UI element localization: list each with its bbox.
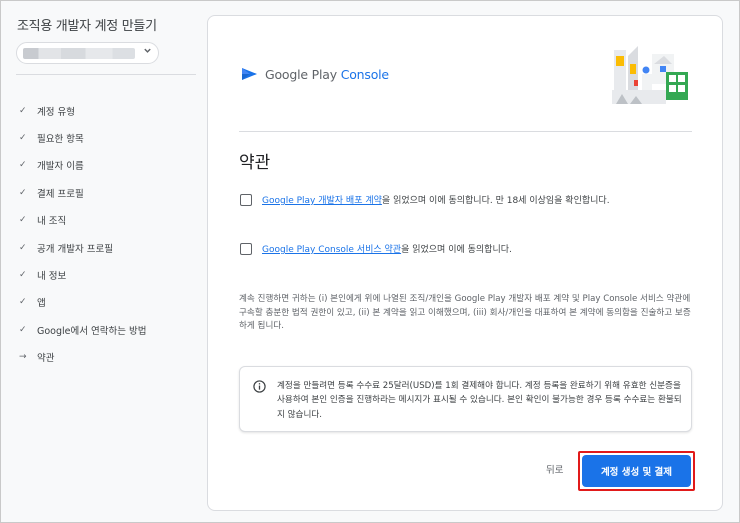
page-title: 약관 bbox=[239, 153, 271, 173]
check-icon: ✓ bbox=[19, 270, 27, 281]
step-list: ✓ 계정 유형 ✓ 필요한 항목 ✓ 개발자 이름 ✓ 결제 프로필 ✓ 내 조직 ✓ 공개… bbox=[19, 97, 146, 371]
account-select[interactable] bbox=[16, 42, 159, 64]
step-item[interactable]: ✓ 계정 유형 bbox=[19, 97, 146, 124]
redacted-account-name bbox=[23, 48, 135, 59]
step-item-current[interactable]: → 약관 bbox=[19, 344, 146, 371]
step-label: 공개 개발자 프로필 bbox=[37, 243, 113, 255]
logo-brand: Google Play bbox=[265, 66, 337, 82]
agreement-suffix: 을 읽었으며 이에 동의합니다. 만 18세 이상임을 확인합니다. bbox=[381, 196, 610, 206]
step-item[interactable]: ✓ Google에서 연락하는 방법 bbox=[19, 316, 146, 343]
back-button[interactable]: 뒤로 bbox=[546, 462, 563, 476]
check-icon: ✓ bbox=[19, 160, 27, 171]
header-divider bbox=[239, 131, 692, 132]
sidebar-title: 조직용 개발자 계정 만들기 bbox=[17, 19, 157, 34]
step-label: 계정 유형 bbox=[37, 106, 75, 118]
agreement-suffix: 을 읽었으며 이에 동의합니다. bbox=[401, 245, 512, 255]
step-item[interactable]: ✓ 내 조직 bbox=[19, 207, 146, 234]
step-item[interactable]: ✓ 개발자 이름 bbox=[19, 152, 146, 179]
create-account-and-pay-button[interactable]: 계정 생성 및 결제 bbox=[582, 455, 691, 487]
step-label: Google에서 연락하는 방법 bbox=[37, 325, 147, 337]
logo-product: Console bbox=[340, 66, 389, 82]
fee-notice-text: 계정을 만들려면 등록 수수료 25달러(USD)를 1회 결제해야 합니다. … bbox=[277, 381, 682, 420]
check-icon: ✓ bbox=[19, 105, 27, 116]
check-icon: ✓ bbox=[19, 187, 27, 198]
arrow-right-icon: → bbox=[19, 352, 27, 363]
step-label: 개발자 이름 bbox=[37, 161, 84, 173]
step-item[interactable]: ✓ 앱 bbox=[19, 289, 146, 316]
agreement-text: Google Play 개발자 배포 계약을 읽었으며 이에 동의합니다. 만 … bbox=[262, 193, 610, 206]
step-label: 앱 bbox=[37, 298, 46, 310]
terms-card: Google Play Console 약관 Google Play 개발자 배… bbox=[207, 15, 723, 511]
check-icon: ✓ bbox=[19, 133, 27, 144]
play-console-logo: Google Play Console bbox=[241, 66, 389, 82]
play-console-logo-icon bbox=[242, 68, 257, 80]
chevron-down-icon bbox=[143, 46, 152, 58]
legal-statement: 계속 진행하면 귀하는 (i) 본인에게 위에 나열된 조직/개인을 Googl… bbox=[239, 294, 691, 332]
sidebar: 조직용 개발자 계정 만들기 ✓ 계정 유형 ✓ 필요한 항목 ✓ 개발자 이름 ✓ 결… bbox=[1, 1, 201, 523]
play-console-terms-link[interactable]: Google Play Console 서비스 약관 bbox=[262, 245, 401, 255]
step-label: 결제 프로필 bbox=[37, 188, 84, 200]
agreement-checkbox[interactable] bbox=[240, 242, 252, 255]
step-label: 필요한 항목 bbox=[37, 134, 84, 146]
check-icon: ✓ bbox=[19, 297, 27, 308]
sidebar-divider bbox=[16, 74, 196, 75]
fee-notice: 계정을 만들려면 등록 수수료 25달러(USD)를 1회 결제해야 합니다. … bbox=[239, 366, 692, 432]
step-item[interactable]: ✓ 내 정보 bbox=[19, 261, 146, 288]
step-label: 내 조직 bbox=[37, 216, 67, 228]
step-label: 약관 bbox=[37, 353, 55, 365]
agreement-row: Google Play Console 서비스 약관을 읽었으며 이에 동의합니… bbox=[240, 242, 512, 255]
agreement-row: Google Play 개발자 배포 계약을 읽었으며 이에 동의합니다. 만 … bbox=[240, 193, 610, 206]
step-item[interactable]: ✓ 공개 개발자 프로필 bbox=[19, 234, 146, 261]
agreement-text: Google Play Console 서비스 약관을 읽었으며 이에 동의합니… bbox=[262, 242, 512, 255]
developer-distribution-agreement-link[interactable]: Google Play 개발자 배포 계약 bbox=[262, 196, 382, 206]
check-icon: ✓ bbox=[19, 324, 27, 335]
step-item[interactable]: ✓ 필요한 항목 bbox=[19, 124, 146, 151]
info-icon bbox=[253, 380, 266, 393]
step-label: 내 정보 bbox=[37, 271, 67, 283]
logo-text: Google Play Console bbox=[265, 67, 389, 82]
check-icon: ✓ bbox=[19, 242, 27, 253]
window-frame: 조직용 개발자 계정 만들기 ✓ 계정 유형 ✓ 필요한 항목 ✓ 개발자 이름 ✓ 결… bbox=[0, 0, 740, 523]
step-item[interactable]: ✓ 결제 프로필 bbox=[19, 179, 146, 206]
header-illustration bbox=[612, 46, 688, 104]
agreement-checkbox[interactable] bbox=[240, 193, 252, 206]
check-icon: ✓ bbox=[19, 215, 27, 226]
